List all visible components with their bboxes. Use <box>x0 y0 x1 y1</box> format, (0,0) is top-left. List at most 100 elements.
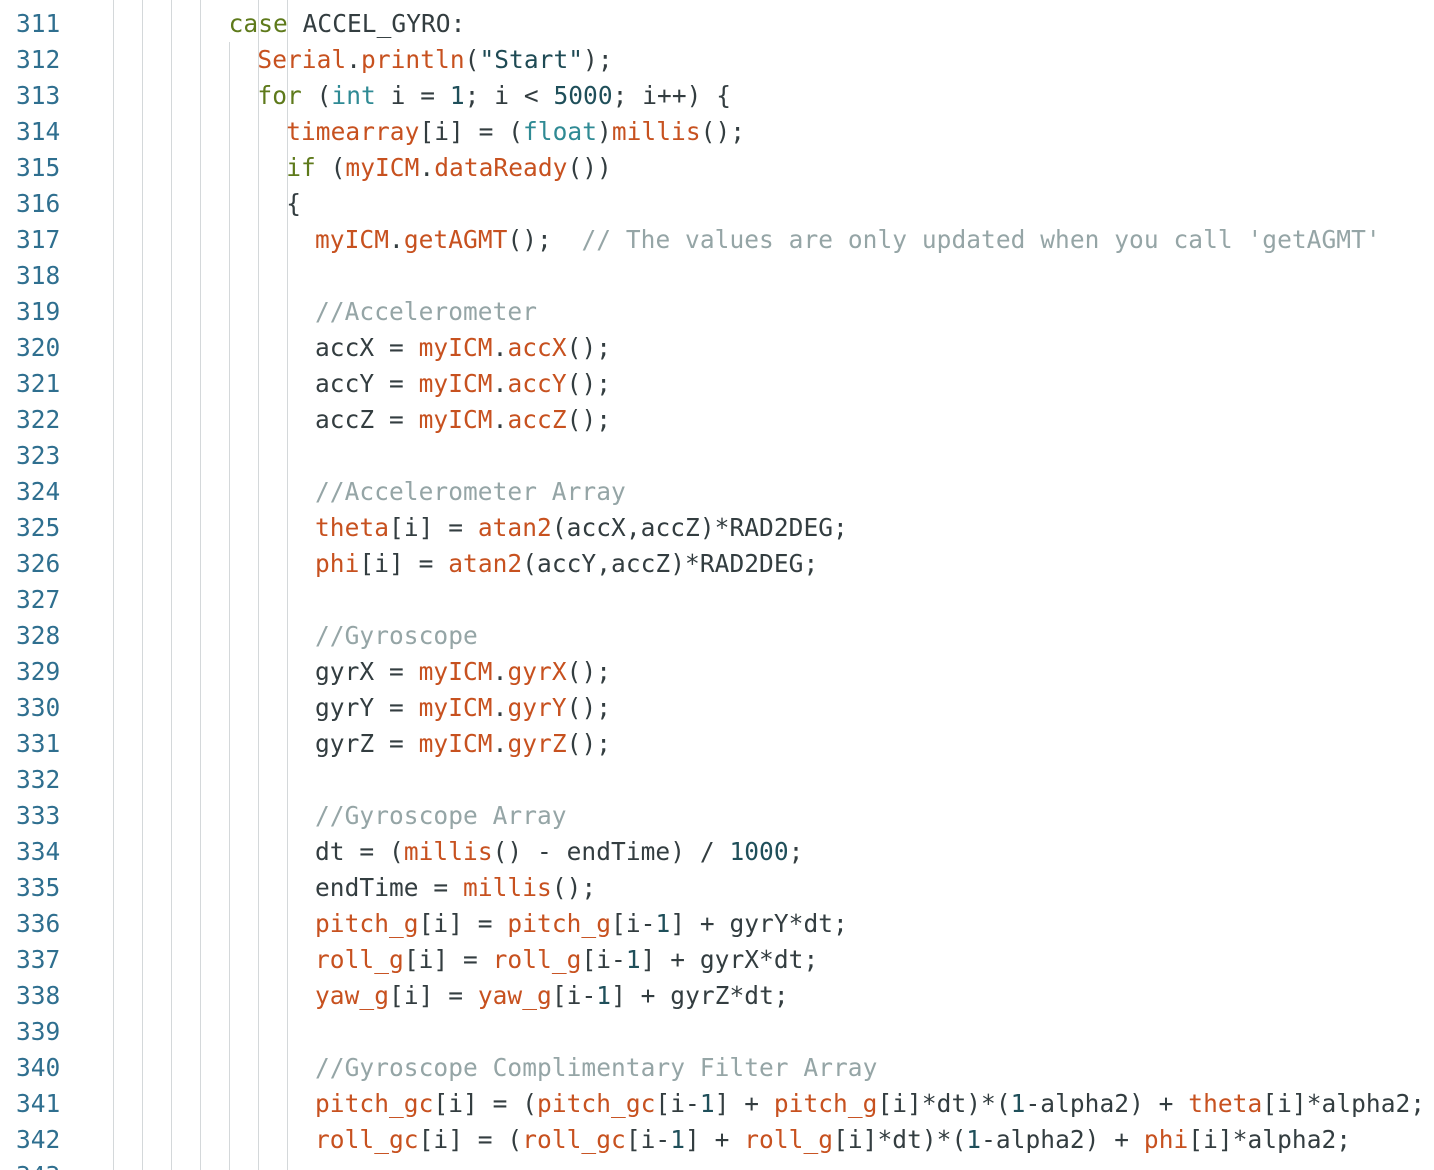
code-token: (); <box>566 405 612 434</box>
code-line[interactable]: 324 //Accelerometer Array <box>0 474 1434 510</box>
code-token: . <box>492 369 508 398</box>
code-line[interactable]: 333 //Gyroscope Array <box>0 798 1434 834</box>
code-token: 1 <box>670 1125 686 1154</box>
code-token: dataReady <box>434 153 568 182</box>
code-line[interactable]: 329 gyrX = myICM.gyrX(); <box>0 654 1434 690</box>
code-line[interactable]: 332 <box>0 762 1434 798</box>
code-token: for <box>257 81 302 110</box>
code-text: timearray[i] = (float)millis(); <box>286 114 745 150</box>
code-line[interactable]: 313 for (int i = 1; i < 5000; i++) { <box>0 78 1434 114</box>
code-line[interactable]: 314 timearray[i] = (float)millis(); <box>0 114 1434 150</box>
code-token: myICM <box>345 153 420 182</box>
code-token: 1 <box>449 81 465 110</box>
code-token: //Accelerometer Array <box>315 477 626 506</box>
code-text: pitch_gc[i] = (pitch_gc[i-1] + pitch_g[i… <box>315 1086 1425 1122</box>
code-token: [i]*dt)*( <box>877 1089 1011 1118</box>
line-number: 338 <box>16 981 61 1010</box>
code-line[interactable]: 323 <box>0 438 1434 474</box>
code-token: accX <box>507 333 567 362</box>
code-line[interactable]: 336 pitch_g[i] = pitch_g[i-1] + gyrY*dt; <box>0 906 1434 942</box>
code-line[interactable]: 341 pitch_gc[i] = (pitch_gc[i-1] + pitch_… <box>0 1086 1434 1122</box>
code-line[interactable]: 322 accZ = myICM.accZ(); <box>0 402 1434 438</box>
line-number: 335 <box>16 873 61 902</box>
code-line[interactable]: 337 roll_g[i] = roll_g[i-1] + gyrX*dt; <box>0 942 1434 978</box>
code-text: Serial.println("Start"); <box>257 42 612 78</box>
code-line[interactable]: 319 //Accelerometer <box>0 294 1434 330</box>
code-line[interactable]: 316 { <box>0 186 1434 222</box>
code-token: 1 <box>596 981 612 1010</box>
code-line[interactable]: 312 Serial.println("Start"); <box>0 42 1434 78</box>
code-token: [i- <box>581 945 626 974</box>
code-token: (); <box>566 657 612 686</box>
code-token: (); <box>507 225 582 254</box>
code-line[interactable]: 339 <box>0 1014 1434 1050</box>
line-number: 329 <box>16 657 61 686</box>
code-token: [i] = <box>389 513 478 542</box>
code-text: endTime = millis(); <box>315 870 596 906</box>
code-token: gyrY = <box>315 693 419 722</box>
code-text: //Accelerometer <box>315 294 537 330</box>
code-line[interactable]: 321 accY = myICM.accY(); <box>0 366 1434 402</box>
code-editor[interactable]: 311 case ACCEL_GYRO: 312 Serial.println("St… <box>0 0 1434 1170</box>
line-number: 331 <box>16 729 61 758</box>
code-line[interactable]: 340 //Gyroscope Complimentary Filter Arra… <box>0 1050 1434 1086</box>
code-text: roll_gc[i] = (roll_gc[i-1] + roll_g[i]*d… <box>315 1122 1351 1158</box>
code-token: yaw_g <box>315 981 390 1010</box>
line-number: 341 <box>16 1089 61 1118</box>
code-line[interactable]: 318 <box>0 258 1434 294</box>
line-number: 325 <box>16 513 61 542</box>
code-text: dt = (millis() - endTime) / 1000; <box>315 834 803 870</box>
code-text: accZ = myICM.accZ(); <box>315 402 611 438</box>
code-token: millis <box>463 873 552 902</box>
code-token: [i- <box>611 909 656 938</box>
code-token: ()) <box>567 153 612 182</box>
line-number: 339 <box>16 1017 61 1046</box>
code-line[interactable]: 317 myICM.getAGMT(); // The values are on… <box>0 222 1434 258</box>
code-token: ( <box>464 45 480 74</box>
code-line[interactable]: 342 roll_gc[i] = (roll_gc[i-1] + roll_g[i… <box>0 1122 1434 1158</box>
code-token: . <box>389 225 404 254</box>
line-number: 330 <box>16 693 61 722</box>
code-line[interactable]: 326 phi[i] = atan2(accY,accZ)*RAD2DEG; <box>0 546 1434 582</box>
code-token: [i]*dt)*( <box>833 1125 967 1154</box>
code-token: roll_g <box>492 945 582 974</box>
code-token: dt = ( <box>315 837 404 866</box>
code-token: atan2 <box>477 513 552 542</box>
line-number: 332 <box>16 765 61 794</box>
code-line[interactable]: 338 yaw_g[i] = yaw_g[i-1] + gyrZ*dt; <box>0 978 1434 1014</box>
code-token: (); <box>566 369 612 398</box>
code-token: if <box>286 153 316 182</box>
line-number: 322 <box>16 405 61 434</box>
code-token: . <box>346 45 362 74</box>
code-token: theta <box>315 513 390 542</box>
code-token: getAGMT <box>403 225 508 254</box>
code-token: ( <box>301 81 332 110</box>
code-line[interactable]: 315 if (myICM.dataReady()) <box>0 150 1434 186</box>
code-line[interactable]: 311 case ACCEL_GYRO: <box>0 6 1434 42</box>
code-token: roll_gc <box>522 1125 626 1154</box>
code-line[interactable]: 320 accX = myICM.accX(); <box>0 330 1434 366</box>
code-token: [i- <box>655 1089 700 1118</box>
code-token: pitch_gc <box>537 1089 656 1118</box>
code-line[interactable]: 334 dt = (millis() - endTime) / 1000; <box>0 834 1434 870</box>
code-token: println <box>361 45 465 74</box>
code-text: phi[i] = atan2(accY,accZ)*RAD2DEG; <box>315 546 818 582</box>
code-token: gyrY <box>507 693 567 722</box>
code-token: myICM <box>418 693 493 722</box>
code-line[interactable]: 330 gyrY = myICM.gyrY(); <box>0 690 1434 726</box>
code-text: //Gyroscope <box>315 618 478 654</box>
code-line[interactable]: 328 //Gyroscope <box>0 618 1434 654</box>
code-line[interactable]: 331 gyrZ = myICM.gyrZ(); <box>0 726 1434 762</box>
code-token: gyrX <box>507 657 567 686</box>
code-text: { <box>286 186 301 222</box>
code-token: [i] = ( <box>418 1125 523 1154</box>
code-token: [i] = ( <box>419 117 523 146</box>
code-line[interactable]: 335 endTime = millis(); <box>0 870 1434 906</box>
code-line[interactable]: 327 <box>0 582 1434 618</box>
code-token: myICM <box>315 225 390 254</box>
code-line[interactable]: 343 <box>0 1158 1434 1170</box>
line-number: 311 <box>16 9 61 38</box>
code-token: int <box>331 81 376 110</box>
line-number: 333 <box>16 801 61 830</box>
code-line[interactable]: 325 theta[i] = atan2(accX,accZ)*RAD2DEG; <box>0 510 1434 546</box>
